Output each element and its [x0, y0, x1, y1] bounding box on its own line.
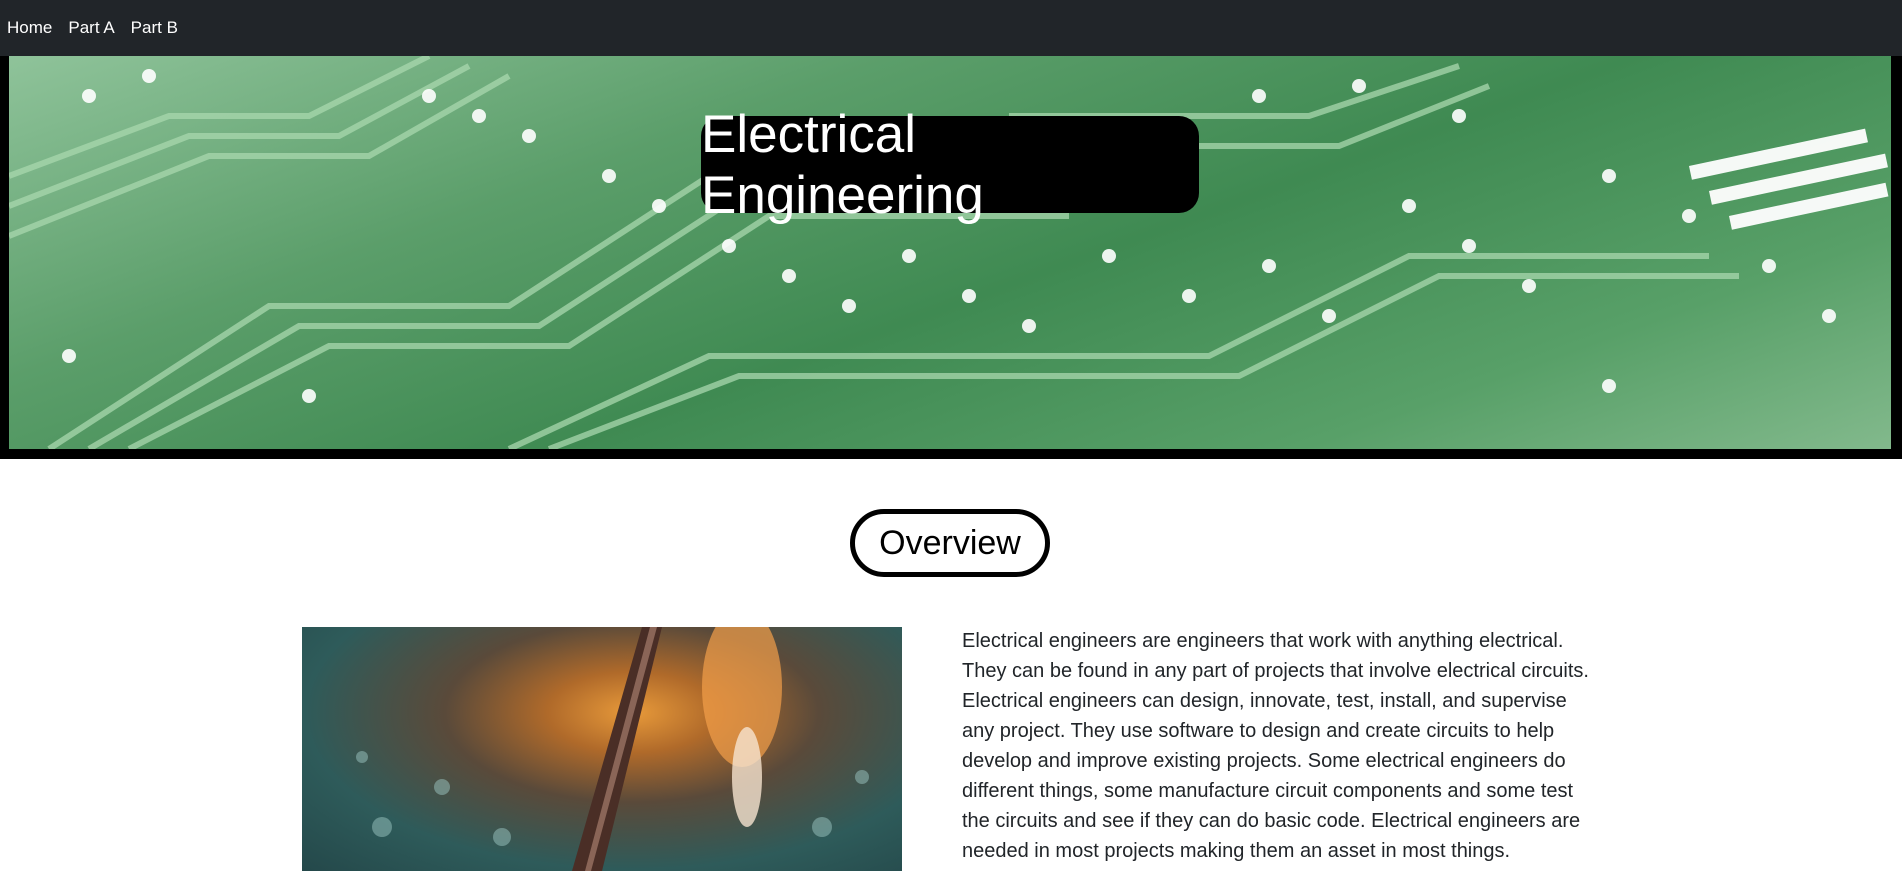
page-title: Electrical Engineering — [701, 105, 1199, 225]
overview-paragraph: Electrical engineers are engineers that … — [962, 630, 1589, 862]
soldering-iron-graphic — [356, 627, 869, 871]
hero-banner: Electrical Engineering — [0, 56, 1902, 459]
nav-part-a-link[interactable]: Part A — [68, 18, 114, 38]
nav-part-b-link[interactable]: Part B — [131, 18, 178, 38]
top-navbar: Home Part A Part B — [0, 0, 1902, 56]
nav-home-link[interactable]: Home — [7, 18, 52, 38]
overview-heading: Overview — [850, 509, 1050, 577]
soldering-iron-photo — [302, 627, 902, 871]
